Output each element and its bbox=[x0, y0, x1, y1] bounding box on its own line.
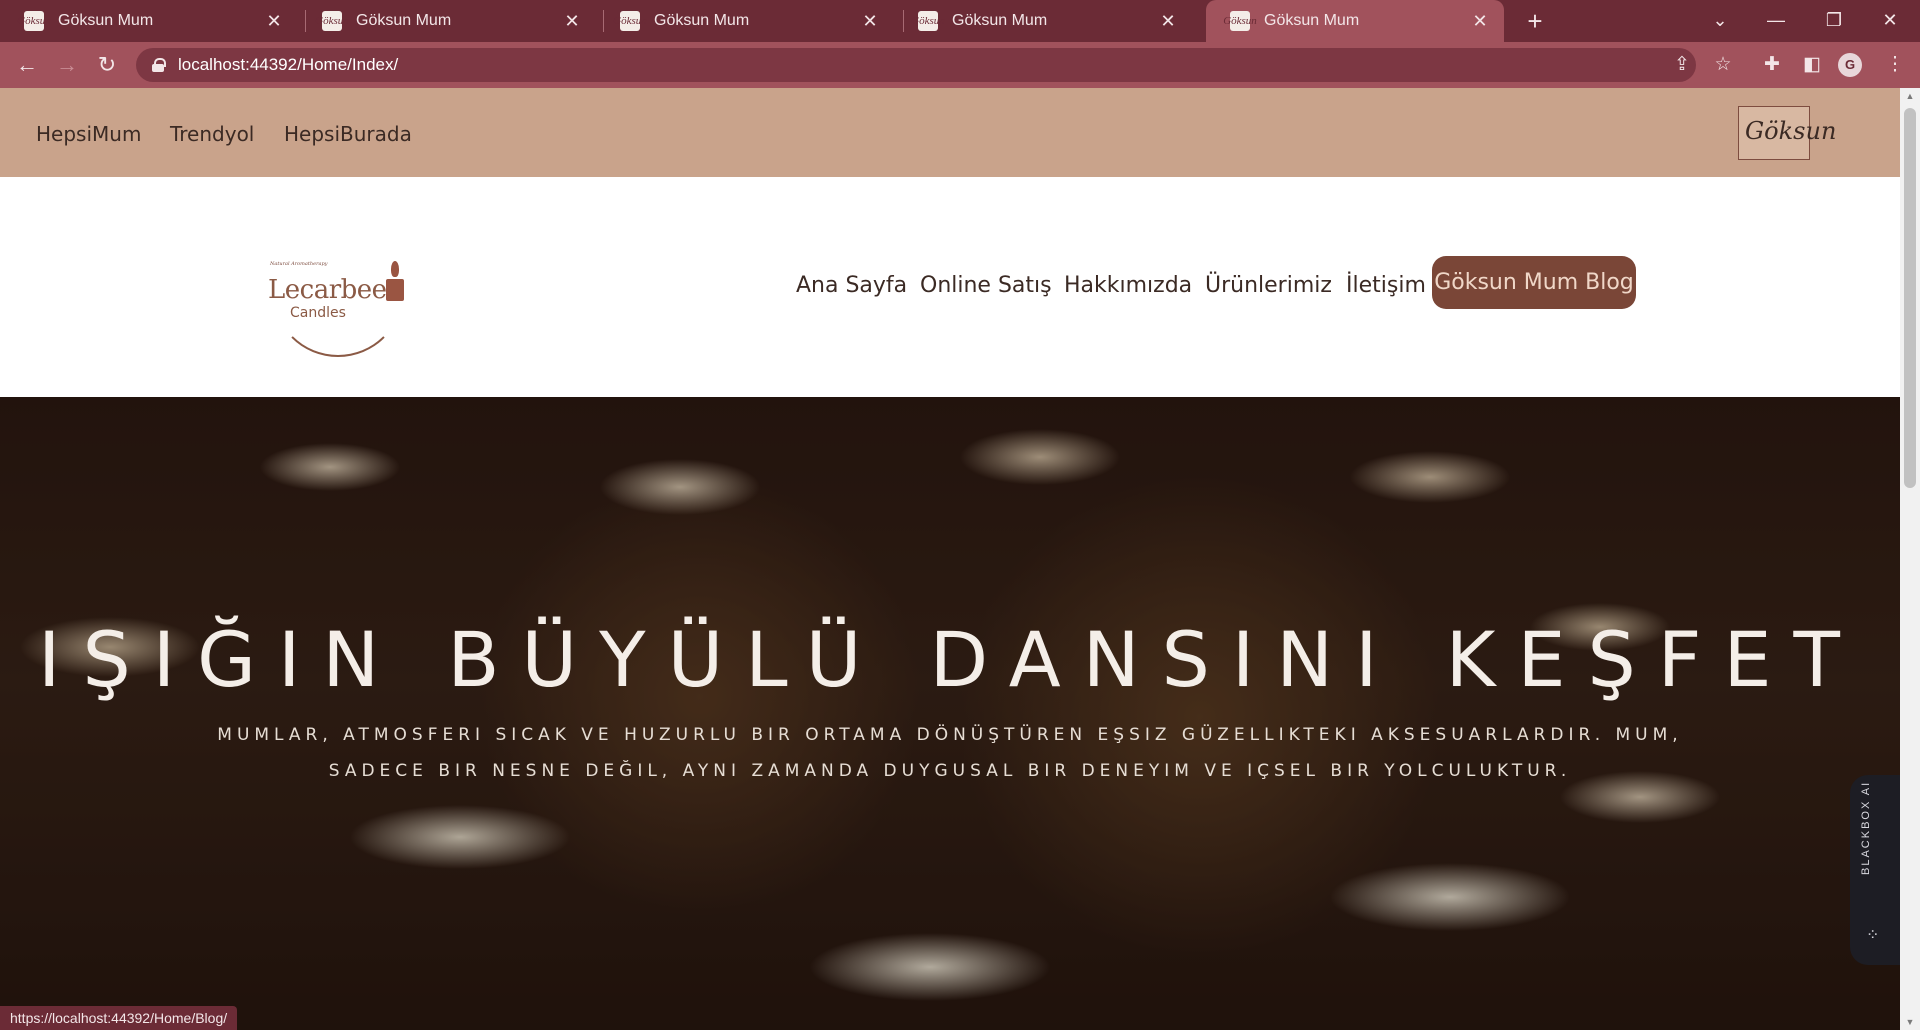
chevron-down-icon[interactable]: ⌄ bbox=[1692, 0, 1748, 42]
minimize-icon[interactable]: — bbox=[1748, 0, 1804, 42]
close-icon[interactable]: ✕ bbox=[562, 11, 582, 32]
new-tab-plus-icon[interactable]: + bbox=[1520, 6, 1550, 36]
brand-logo-text: Göksun bbox=[1745, 117, 1837, 145]
share-icon[interactable]: ⇪ bbox=[1667, 50, 1697, 80]
address-toolbar: ← → ↻ localhost:44392/Home/Index/ ⇪ ☆ ✚ … bbox=[0, 42, 1920, 88]
reload-icon[interactable]: ↻ bbox=[92, 50, 122, 80]
window-close-icon[interactable]: ✕ bbox=[1862, 0, 1918, 42]
browser-tab-active[interactable]: Göksun Göksun Mum ✕ bbox=[1206, 0, 1504, 42]
blog-button[interactable]: Göksun Mum Blog bbox=[1432, 256, 1636, 309]
tab-title: Göksun Mum bbox=[58, 12, 154, 29]
site-favicon-icon: Göksun bbox=[17, 11, 51, 31]
nav-hakkimizda[interactable]: Hakkımızda bbox=[1064, 273, 1192, 298]
forward-icon[interactable]: → bbox=[52, 50, 82, 80]
profile-avatar[interactable]: G bbox=[1838, 53, 1862, 77]
browser-tab[interactable]: Göksun Göksun Mum ✕ bbox=[0, 0, 298, 42]
site-favicon-icon: Göksun bbox=[315, 11, 349, 31]
site-favicon-icon: Göksun bbox=[1223, 11, 1257, 31]
nav-ana-sayfa[interactable]: Ana Sayfa bbox=[796, 273, 907, 298]
scroll-up-icon[interactable]: ▲ bbox=[1900, 88, 1920, 104]
marketplace-strip: HepsiMum Trendyol HepsiBurada Göksun bbox=[0, 88, 1900, 177]
main-navbar: Natural Aromatherapy Lecarbee Candles An… bbox=[0, 177, 1900, 397]
tab-strip: Göksun Göksun Mum ✕ Göksun Göksun Mum ✕ … bbox=[0, 0, 1920, 42]
blackbox-ai-label: BLACKBOX AI bbox=[1860, 780, 1872, 875]
link-hepsiburada[interactable]: HepsiBurada bbox=[284, 122, 412, 146]
lecarbee-logo[interactable]: Natural Aromatherapy Lecarbee Candles bbox=[268, 261, 408, 361]
hero-overlay bbox=[0, 397, 1900, 1030]
star-icon[interactable]: ☆ bbox=[1708, 50, 1738, 80]
browser-tab[interactable]: Göksun Göksun Mum ✕ bbox=[596, 0, 894, 42]
tab-title: Göksun Mum bbox=[952, 12, 1048, 29]
link-trendyol[interactable]: Trendyol bbox=[170, 122, 254, 146]
logo-arc bbox=[272, 281, 404, 357]
close-icon[interactable]: ✕ bbox=[860, 11, 880, 32]
extensions-icon[interactable]: ✚ bbox=[1757, 50, 1787, 80]
tab-title: Göksun Mum bbox=[356, 12, 452, 29]
tab-title: Göksun Mum bbox=[1264, 12, 1360, 29]
hero-subtitle: Mumlar, atmosferi sıcak ve huzurlu bir o… bbox=[150, 717, 1750, 789]
back-icon[interactable]: ← bbox=[12, 50, 42, 80]
nav-urunlerimiz[interactable]: Ürünlerimiz bbox=[1205, 273, 1332, 298]
site-favicon-icon: Göksun bbox=[613, 11, 647, 31]
lock-icon[interactable] bbox=[152, 58, 166, 72]
scroll-down-icon[interactable]: ▼ bbox=[1900, 1014, 1920, 1030]
page-scrollbar[interactable]: ▲ ▼ bbox=[1900, 88, 1920, 1030]
close-icon[interactable]: ✕ bbox=[1158, 11, 1178, 32]
hero-subtitle-line: sadece bir nesne değil, aynı zamanda duy… bbox=[328, 761, 1572, 781]
blackbox-ai-tab[interactable]: BLACKBOX AI ⁘ bbox=[1850, 775, 1900, 965]
goksun-brand-logo[interactable]: Göksun bbox=[1738, 106, 1836, 160]
link-hepsimum[interactable]: HepsiMum bbox=[36, 122, 141, 146]
url-text[interactable]: localhost:44392/Home/Index/ bbox=[178, 55, 398, 75]
close-icon[interactable]: ✕ bbox=[1470, 11, 1490, 32]
site-favicon-icon: Göksun bbox=[911, 11, 945, 31]
sidepanel-icon[interactable]: ◧ bbox=[1797, 50, 1827, 80]
tab-title: Göksun Mum bbox=[654, 12, 750, 29]
scrollbar-thumb[interactable] bbox=[1904, 108, 1916, 488]
browser-tab[interactable]: Göksun Göksun Mum ✕ bbox=[298, 0, 596, 42]
nav-iletisim[interactable]: İletişim bbox=[1346, 273, 1426, 298]
logo-tagline: Natural Aromatherapy bbox=[270, 261, 328, 267]
link-status-bar: https://localhost:44392/Home/Blog/ bbox=[0, 1006, 238, 1030]
hero-subtitle-line: Mumlar, atmosferi sıcak ve huzurlu bir o… bbox=[217, 725, 1683, 745]
restore-icon[interactable]: ❐ bbox=[1806, 0, 1862, 42]
browser-tab[interactable]: Göksun Göksun Mum ✕ bbox=[894, 0, 1192, 42]
nav-online-satis[interactable]: Online Satış bbox=[920, 273, 1052, 298]
blackbox-dots-icon: ⁘ bbox=[1866, 927, 1880, 944]
flame-icon bbox=[391, 261, 399, 277]
url-bar[interactable]: localhost:44392/Home/Index/ bbox=[136, 48, 1696, 82]
hero-title: IŞIĞIN BÜYÜLÜ DANSINI KEŞFET bbox=[38, 615, 1862, 704]
menu-icon[interactable]: ⋮ bbox=[1880, 50, 1910, 80]
hero-banner: IŞIĞIN BÜYÜLÜ DANSINI KEŞFET Mumlar, atm… bbox=[0, 397, 1900, 1030]
page-viewport: HepsiMum Trendyol HepsiBurada Göksun Nat… bbox=[0, 88, 1900, 1030]
close-icon[interactable]: ✕ bbox=[264, 11, 284, 32]
